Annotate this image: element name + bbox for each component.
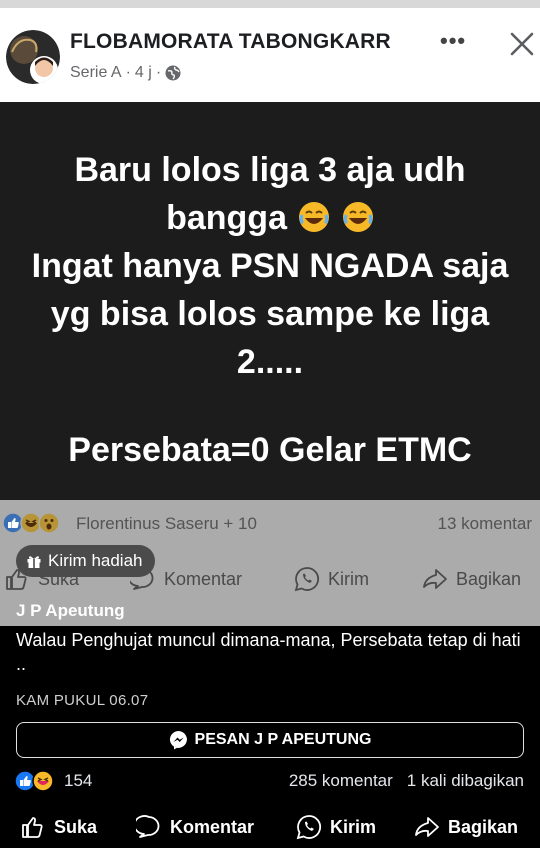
stats-right: 285 komentar 1 kali dibagikan (289, 771, 524, 791)
shares-count[interactable]: 1 kali dibagikan (407, 771, 524, 791)
like-button[interactable]: Suka (20, 814, 97, 840)
comment-count[interactable]: 13 komentar (438, 514, 533, 534)
share-button[interactable]: Bagikan (422, 566, 521, 592)
reaction-icons[interactable] (2, 512, 60, 534)
image-text-line: Persebata=0 Gelar ETMC (68, 431, 472, 469)
messenger-icon (169, 730, 187, 750)
comment-label: Komentar (170, 816, 255, 837)
image-text-line: Ingat hanya PSN NGADA saja (31, 247, 509, 285)
image-text-line: yg bisa lolos sampe ke liga (50, 295, 490, 333)
meta-source[interactable]: Serie A (70, 64, 122, 82)
send-button[interactable]: Kirim (294, 566, 369, 592)
wow-icon (38, 512, 60, 534)
image-text-line: Baru lolos liga 3 aja udh (74, 151, 466, 189)
send-label: Kirim (328, 568, 369, 589)
haha-icon (32, 770, 54, 792)
comment-label: Komentar (164, 568, 243, 589)
post-meta: Serie A · 4 j · (70, 64, 181, 82)
gift-icon (27, 556, 41, 568)
group-name[interactable]: FLOBAMORATA TABONGKARR (70, 30, 391, 54)
meta-time[interactable]: 4 j (135, 64, 152, 82)
share-button[interactable]: Bagikan (414, 814, 518, 840)
comment-icon (136, 815, 160, 838)
globe-icon (165, 65, 181, 81)
comment-button[interactable]: Komentar (136, 814, 254, 840)
meta-separator: · (125, 64, 131, 81)
meta-separator: · (155, 64, 162, 81)
post-caption: Walau Penghujat muncul dimana-mana, Pers… (16, 630, 521, 674)
reaction-names[interactable]: Florentinus Saseru + 10 (76, 514, 257, 534)
post-timestamp: KAM PUKUL 06.07 (16, 692, 149, 709)
sheet-action-row: Suka Komentar Kirim Bagikan (0, 814, 540, 846)
message-author-button[interactable]: PESAN J P APEUTUNG (16, 722, 524, 758)
share-icon (415, 817, 439, 837)
send-label: Kirim (330, 816, 377, 837)
top-strip (0, 0, 540, 8)
stats-row: 154 285 komentar 1 kali dibagikan (0, 768, 540, 794)
whatsapp-icon (294, 567, 319, 592)
reaction-icons[interactable] (14, 770, 54, 792)
close-icon[interactable] (508, 30, 536, 58)
more-options-button[interactable]: ••• (440, 28, 466, 54)
post-image[interactable]: Baru lolos liga 3 aja udh bangga Ingat h… (0, 102, 540, 500)
sheet-author[interactable]: J P Apeutung (16, 601, 125, 621)
share-label: Bagikan (456, 568, 522, 589)
laughing-crying-emoji (299, 202, 330, 232)
like-label: Suka (54, 816, 98, 837)
comments-count[interactable]: 285 komentar (289, 771, 393, 791)
like-icon (22, 817, 43, 838)
laughing-crying-emoji (342, 202, 373, 232)
send-gift-label: Kirim hadiah (48, 551, 143, 570)
send-gift-button[interactable]: Kirim hadiah (16, 545, 155, 577)
share-label: Bagikan (448, 816, 519, 837)
whatsapp-icon (296, 815, 321, 840)
image-text-line: 2..... (236, 343, 304, 381)
post-image-text: Baru lolos liga 3 aja udh bangga Ingat h… (0, 102, 540, 474)
share-icon (423, 569, 447, 589)
reaction-count[interactable]: 154 (64, 771, 92, 791)
group-avatar[interactable] (6, 30, 60, 84)
image-text-line: bangga (0, 194, 540, 242)
post-header: FLOBAMORATA TABONGKARR Serie A · 4 j · •… (0, 8, 540, 102)
send-button[interactable]: Kirim (296, 814, 376, 840)
message-author-label: PESAN J P APEUTUNG (194, 731, 372, 748)
